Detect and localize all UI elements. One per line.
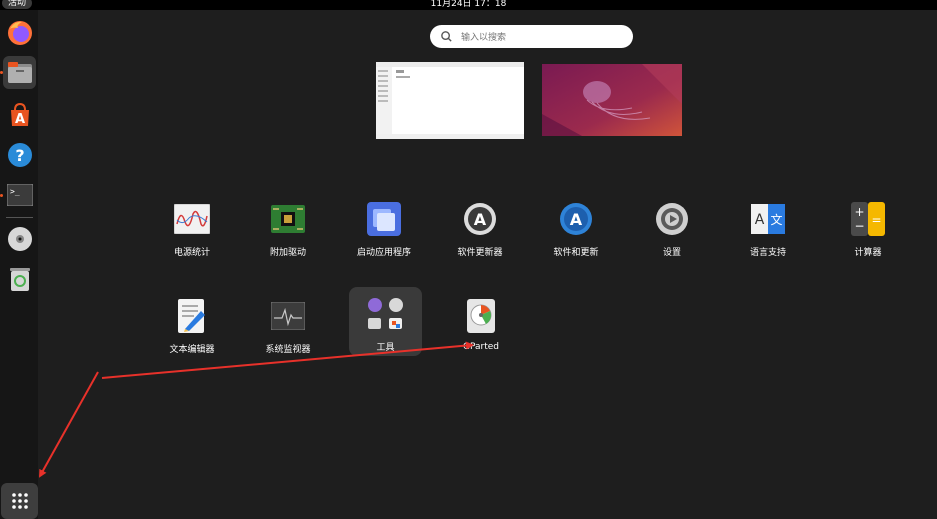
- app-language-support[interactable]: A 文 语言支持: [720, 201, 816, 273]
- app-software-updater[interactable]: A 软件更新器: [432, 201, 528, 273]
- app-system-monitor[interactable]: 系统监视器: [240, 298, 336, 370]
- help-icon: ?: [7, 142, 32, 167]
- svg-text:?: ?: [15, 146, 24, 165]
- file-manager-thumbnail: [376, 62, 524, 139]
- app-label: 软件更新器: [457, 248, 503, 258]
- dock-app-center[interactable]: A: [3, 98, 36, 131]
- jellyfish-wallpaper-thumbnail: [542, 64, 682, 136]
- dock-files[interactable]: [3, 56, 36, 89]
- tools-folder-icon: [368, 298, 403, 329]
- system-monitor-icon: [270, 298, 306, 334]
- arrow-to-show-apps: [39, 371, 99, 478]
- additional-drivers-icon: [270, 201, 306, 237]
- firefox-icon: [7, 20, 32, 45]
- power-statistics-icon: [174, 201, 210, 237]
- svg-text:A: A: [474, 210, 487, 229]
- app-label: 电源统计: [173, 248, 210, 258]
- svg-text:−: −: [854, 219, 864, 233]
- app-label: 系统监视器: [265, 345, 311, 355]
- app-software-and-updates[interactable]: A 软件和更新: [528, 201, 624, 273]
- app-additional-drivers[interactable]: 附加驱动: [240, 201, 336, 273]
- app-label: 工具: [376, 343, 395, 353]
- app-label: 启动应用程序: [356, 248, 411, 258]
- app-power-statistics[interactable]: 电源统计: [144, 201, 240, 273]
- disc-icon: [7, 226, 32, 251]
- app-gparted[interactable]: GParted: [433, 298, 529, 370]
- svg-text:A: A: [755, 212, 765, 228]
- top-bar: 活动 11月24日 17：18: [0, 0, 937, 10]
- terminal-icon: >_: [6, 183, 33, 206]
- window-preview-files[interactable]: [376, 62, 524, 139]
- app-label: 软件和更新: [553, 248, 599, 258]
- dock-firefox[interactable]: [3, 16, 36, 49]
- svg-text:=: =: [871, 213, 881, 227]
- folder-tools[interactable]: 工具: [349, 287, 422, 356]
- app-text-editor[interactable]: 文本编辑器: [144, 298, 240, 370]
- app-calculator[interactable]: + − = 计算器: [820, 201, 916, 273]
- svg-text:A: A: [14, 112, 24, 127]
- app-label: 附加驱动: [269, 248, 306, 258]
- ubuntu-activities-overview: 活动 11月24日 17：18 A ? >_ 输入以搜索 电源统计 附加驱动 启…: [0, 0, 937, 519]
- clock[interactable]: 11月24日 17：18: [0, 0, 937, 10]
- dock: A ? >_: [0, 10, 38, 519]
- app-label: 文本编辑器: [169, 345, 215, 355]
- svg-text:>_: >_: [10, 187, 20, 196]
- search-input[interactable]: 输入以搜索: [461, 30, 506, 43]
- app-label: GParted: [463, 342, 499, 352]
- search-icon: [441, 31, 452, 42]
- dock-separator: [6, 217, 33, 218]
- svg-text:文: 文: [770, 212, 782, 227]
- dock-help[interactable]: ?: [3, 138, 36, 171]
- window-preview-wallpaper[interactable]: [542, 64, 682, 136]
- files-icon: [7, 61, 32, 83]
- app-label: 设置: [662, 248, 681, 258]
- settings-icon: [654, 201, 690, 237]
- software-and-updates-icon: A: [558, 201, 594, 237]
- app-store-icon: A: [10, 102, 29, 127]
- calculator-icon: + − =: [850, 201, 886, 237]
- svg-text:A: A: [570, 210, 583, 229]
- app-label: 计算器: [854, 248, 882, 258]
- software-updater-icon: A: [462, 201, 498, 237]
- dock-terminal[interactable]: >_: [3, 178, 36, 211]
- app-startup-applications[interactable]: 启动应用程序: [336, 201, 432, 273]
- startup-apps-icon: [366, 201, 402, 237]
- trash-icon: [9, 267, 30, 291]
- running-indicator: [0, 194, 3, 197]
- gparted-icon: [463, 298, 499, 334]
- show-applications-button[interactable]: [1, 483, 38, 519]
- grid-icon: [11, 493, 28, 509]
- app-label: 语言支持: [749, 248, 786, 258]
- dock-disc[interactable]: [3, 222, 36, 255]
- app-settings[interactable]: 设置: [624, 201, 720, 273]
- search-box[interactable]: 输入以搜索: [430, 25, 633, 48]
- svg-text:+: +: [854, 205, 864, 219]
- dock-trash[interactable]: [3, 262, 36, 295]
- text-editor-icon: [174, 298, 210, 334]
- language-support-icon: A 文: [750, 201, 786, 237]
